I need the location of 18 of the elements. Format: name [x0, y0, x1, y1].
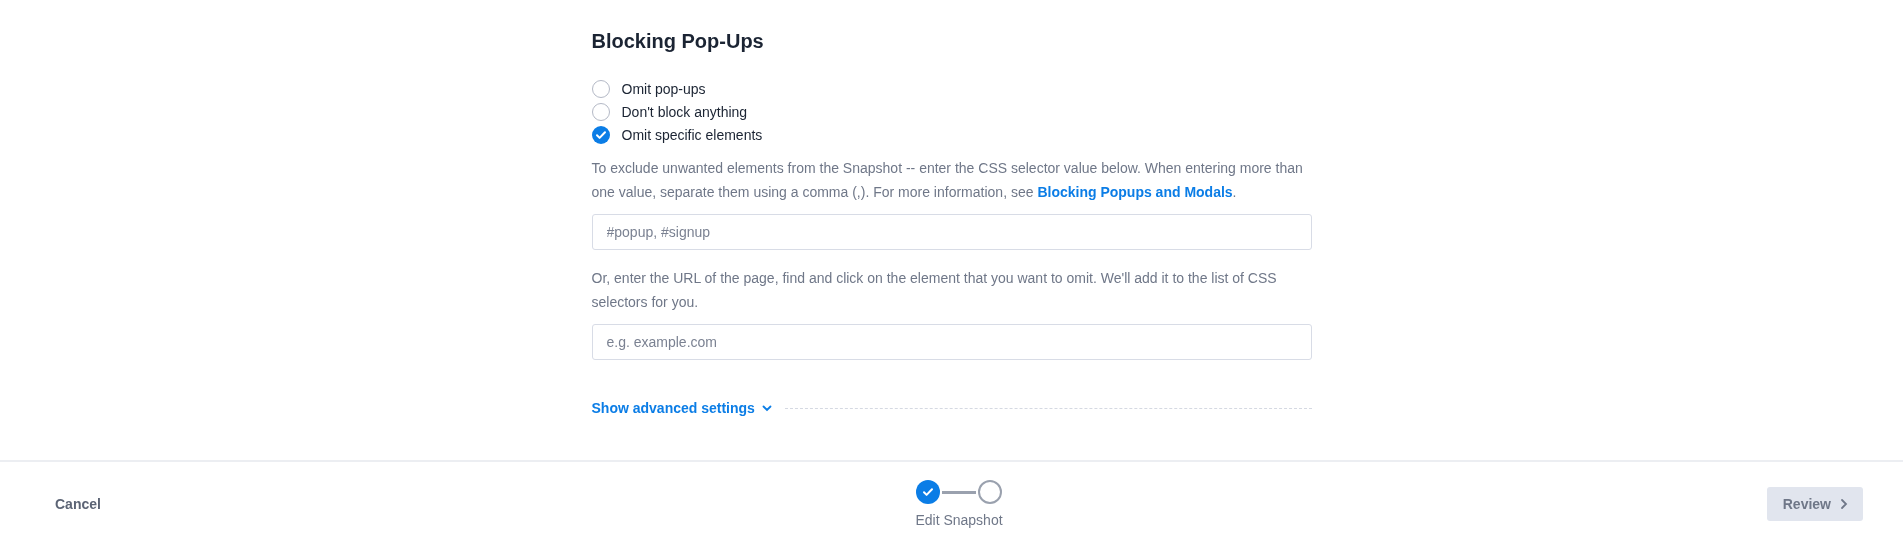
help-text: Or, enter the URL of the page, find and click on the element that you want to omit. We'll add it to the list of CSS selectors for you. — [591, 269, 1278, 312]
radio-label: Omit specific elements — [621, 126, 763, 143]
section-title: Blocking Pop-Ups — [591, 30, 765, 53]
url-input[interactable]: e.g. example.com — [591, 324, 1312, 360]
checkmark-icon — [594, 128, 607, 141]
checkmark-icon — [922, 486, 934, 498]
selector-input[interactable]: #popup, #signup — [591, 214, 1312, 250]
step-label: Edit Snapshot — [915, 512, 1003, 528]
help-link[interactable]: Blocking Popups and Modals — [1037, 184, 1233, 200]
radio-button[interactable] — [591, 102, 610, 121]
advanced-settings-toggle[interactable]: Show advanced settings — [591, 400, 773, 416]
cancel-button[interactable]: Cancel — [55, 496, 101, 512]
radio-label: Omit pop-ups — [621, 80, 706, 97]
radio-label: Don't block anything — [621, 103, 748, 120]
help-text: To exclude unwanted elements from the Snapshot -- enter the CSS selector value below. When entering more than one value, separate them using a comma (,). For more information, see Blocking Popups and Modals. — [591, 159, 1304, 202]
radio-button[interactable] — [591, 125, 610, 144]
chevron-right-icon — [1839, 498, 1849, 510]
radio-button[interactable] — [591, 79, 610, 98]
